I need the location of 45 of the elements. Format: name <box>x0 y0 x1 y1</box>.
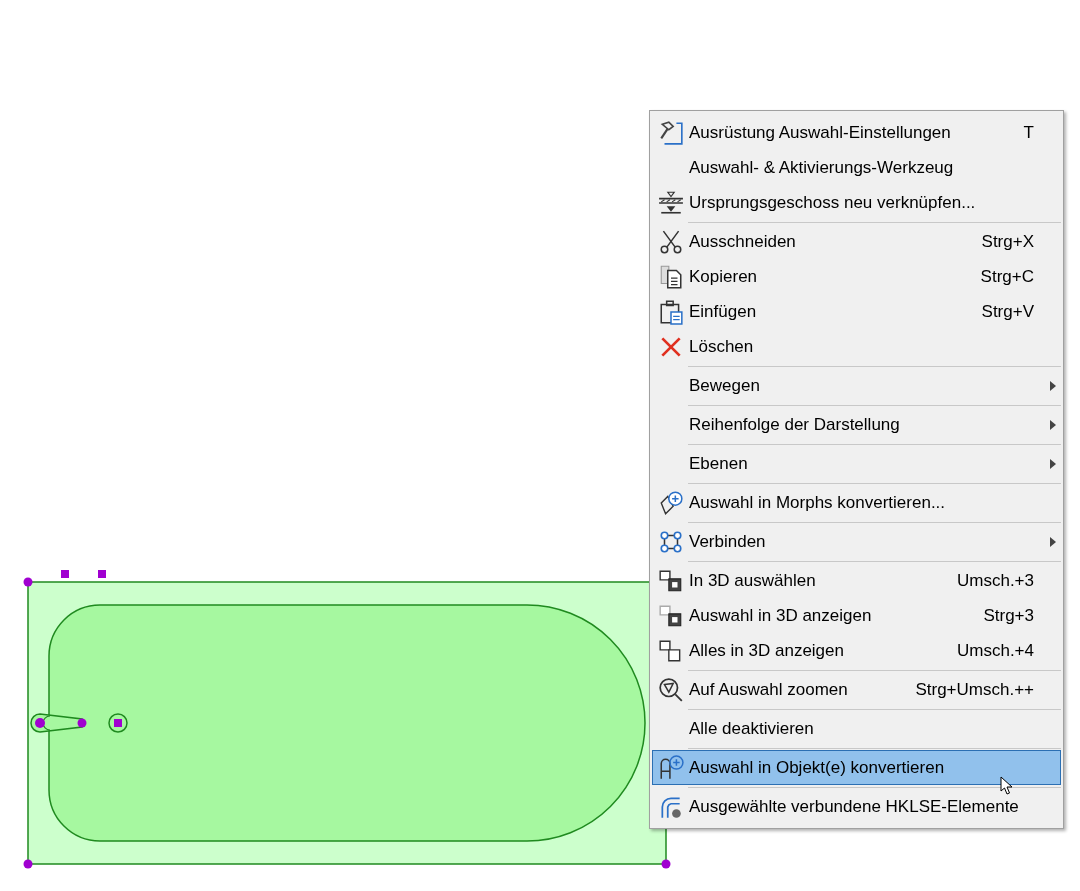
shortcut-label: Umsch.+4 <box>957 639 1035 662</box>
mouse-cursor-icon <box>1000 776 1014 796</box>
selection-handle[interactable] <box>61 570 69 578</box>
shortcut-label: Strg+V <box>981 300 1035 323</box>
shortcut-label: Strg+C <box>980 265 1035 288</box>
menu-item[interactable]: Ausgewählte verbundene HKLSE-Elemente <box>652 789 1061 824</box>
scissors-icon <box>658 228 684 255</box>
selection-handle[interactable] <box>114 719 122 727</box>
menu-item[interactable]: Auswahl in Morphs konvertieren... <box>652 485 1061 520</box>
menu-item[interactable]: Einfügen Strg+V <box>652 294 1061 329</box>
selection-handle[interactable] <box>98 570 106 578</box>
selection-handle[interactable] <box>661 859 671 869</box>
selection-handle[interactable] <box>35 718 45 728</box>
menu-item[interactable]: Ausrüstung Auswahl-Einstellungen T <box>652 115 1061 150</box>
menu-item[interactable]: Alle deaktivieren <box>652 711 1061 746</box>
menu-item[interactable]: Bewegen <box>652 368 1061 403</box>
menu-item[interactable]: Reihenfolge der Darstellung <box>652 407 1061 442</box>
menu-item[interactable]: Auswahl in 3D anzeigen Strg+3 <box>652 598 1061 633</box>
shortcut-label: Strg+X <box>981 230 1035 253</box>
shortcut-label: T <box>1023 121 1035 144</box>
connect-icon <box>658 528 684 555</box>
menu-item[interactable]: Auswahl- & Aktivierungs-Werkzeug <box>652 150 1061 185</box>
selection-handle[interactable] <box>77 718 87 728</box>
selection-handle[interactable] <box>23 577 33 587</box>
menu-item[interactable]: Auswahl in Objekt(e) konvertieren <box>652 750 1061 785</box>
shortcut-label: Strg+Umsch.++ <box>915 678 1035 701</box>
menu-item[interactable]: Verbinden <box>652 524 1061 559</box>
object-icon <box>658 754 684 781</box>
menu-item[interactable]: In 3D auswählen Umsch.+3 <box>652 563 1061 598</box>
menu-item[interactable]: Alles in 3D anzeigen Umsch.+4 <box>652 633 1061 668</box>
menu-item[interactable]: Ursprungsgeschoss neu verknüpfen... <box>652 185 1061 220</box>
menu-item[interactable]: Löschen <box>652 329 1061 364</box>
menu-item[interactable]: Auf Auswahl zoomen Strg+Umsch.++ <box>652 672 1061 707</box>
menu-item[interactable]: Ebenen <box>652 446 1061 481</box>
shortcut-label: Umsch.+3 <box>957 569 1035 592</box>
menu-item[interactable]: Kopieren Strg+C <box>652 259 1061 294</box>
menu-item[interactable]: Ausschneiden Strg+X <box>652 224 1061 259</box>
selection-handle[interactable] <box>23 859 33 869</box>
clipboard-icon <box>658 298 684 325</box>
drain-icon <box>108 713 128 733</box>
zoom-icon <box>658 676 684 703</box>
shortcut-label: Strg+3 <box>983 604 1035 627</box>
morph-icon <box>658 489 684 516</box>
copy-icon <box>658 263 684 290</box>
hammer-icon <box>658 119 684 146</box>
